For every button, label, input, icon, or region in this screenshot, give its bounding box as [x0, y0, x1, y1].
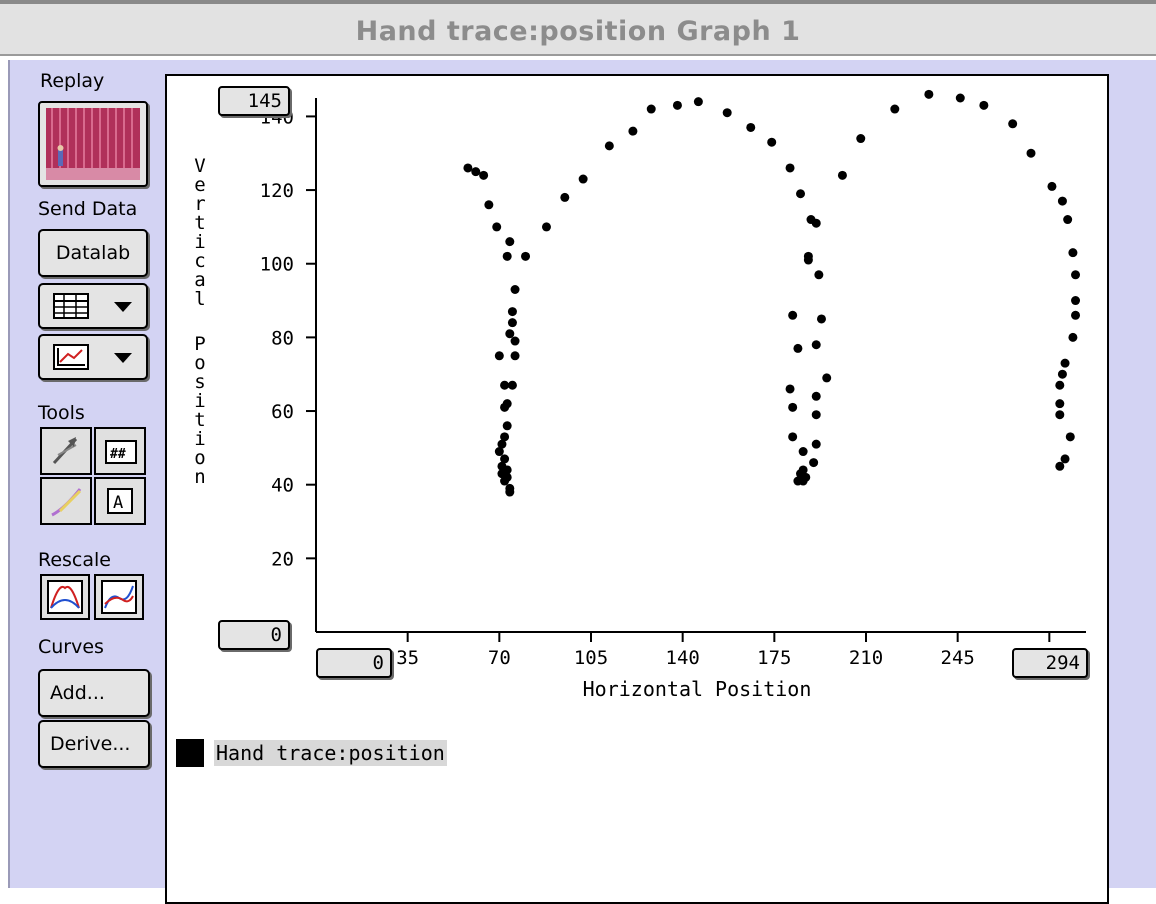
y-max-scale-box[interactable]: 145 [218, 86, 290, 116]
datalab-button[interactable]: Datalab [38, 229, 148, 277]
table-icon [53, 293, 132, 319]
window-title: Hand trace:position Graph 1 [355, 16, 801, 47]
text-box-icon: A [107, 488, 133, 514]
legend-swatch [176, 739, 204, 767]
graph-dropdown-button[interactable] [38, 334, 148, 380]
draw-tool-button[interactable] [40, 477, 92, 525]
derive-curve-button[interactable]: Derive... [38, 720, 150, 768]
text-tool-button[interactable]: A [94, 477, 146, 525]
legend[interactable]: Hand trace:position [176, 738, 447, 768]
y-min-scale-box[interactable]: 0 [218, 620, 290, 650]
legend-label: Hand trace:position [214, 740, 447, 766]
graph-window: Hand trace:position Graph 1 Replay Send … [0, 0, 1156, 904]
curves-label: Curves [38, 636, 104, 658]
data-table-icon: ## [105, 440, 137, 464]
data-table-tool-button[interactable]: ## [94, 427, 146, 475]
pencil-icon [51, 488, 82, 517]
svg-text:##: ## [110, 447, 126, 462]
x-min-scale-box[interactable]: 0 [316, 648, 392, 678]
graph-icon [53, 344, 132, 370]
svg-text:A: A [113, 493, 123, 513]
plot-frame [165, 74, 1109, 904]
crosshair-arrow-icon [52, 437, 78, 465]
rescale-autoscale-button[interactable] [40, 574, 90, 620]
point-tool-button[interactable] [40, 427, 92, 475]
table-dropdown-button[interactable] [38, 283, 148, 329]
tools-label: Tools [38, 402, 85, 424]
add-curve-button[interactable]: Add... [38, 669, 150, 717]
replay-video-thumbnail [46, 108, 140, 180]
zoom-scale-icon [101, 580, 137, 614]
rescale-label: Rescale [38, 549, 111, 571]
x-max-scale-box[interactable]: 294 [1012, 648, 1088, 678]
send-data-label: Send Data [38, 198, 138, 220]
replay-thumbnail-button[interactable] [38, 101, 148, 187]
replay-label: Replay [40, 70, 105, 92]
autoscale-icon [47, 580, 83, 614]
title-bar[interactable]: Hand trace:position Graph 1 [0, 0, 1156, 56]
rescale-zoom-button[interactable] [94, 574, 144, 620]
